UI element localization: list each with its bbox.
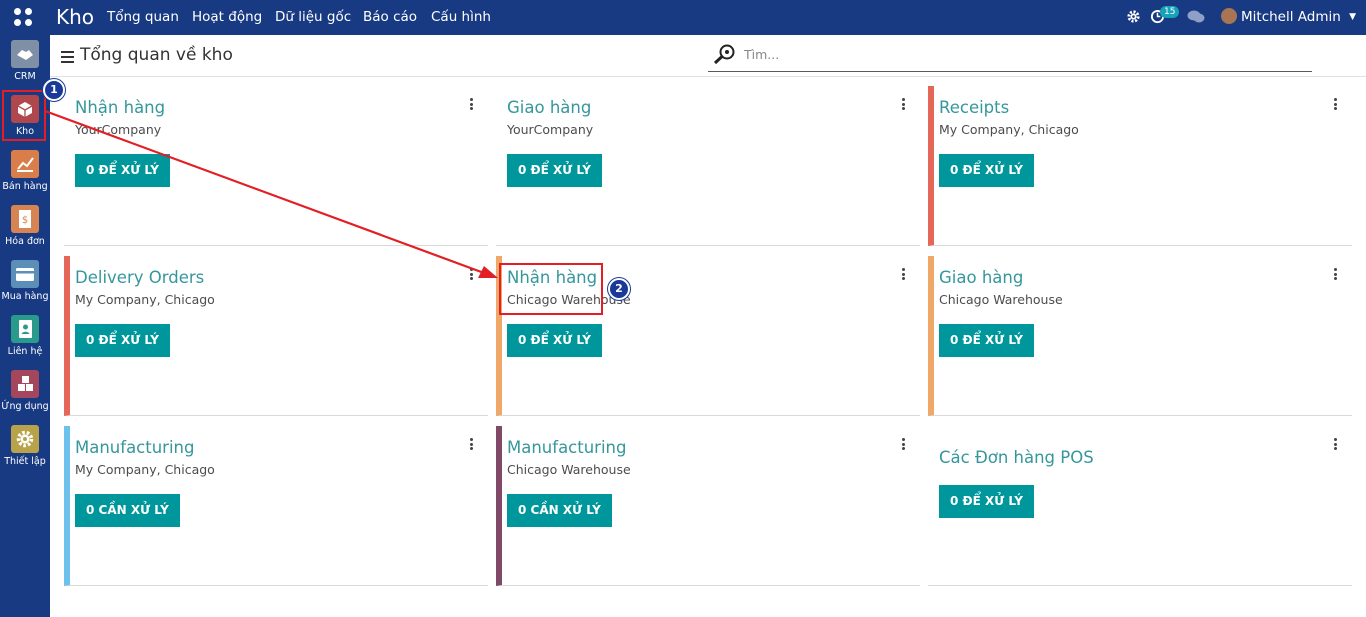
sidebar-item-label: CRM <box>14 71 36 82</box>
to-process-button[interactable]: 0 ĐỂ XỬ LÝ <box>939 485 1034 518</box>
hamburger-menu-icon[interactable] <box>61 51 74 66</box>
kanban-card[interactable]: Giao hàng Chicago Warehouse 0 ĐỂ XỬ LÝ <box>928 256 1352 416</box>
card-title-link[interactable]: Manufacturing <box>75 438 194 457</box>
kebab-menu-icon[interactable] <box>902 268 905 282</box>
sidebar-item-label: Mua hàng <box>1 291 49 302</box>
to-process-button[interactable]: 0 ĐỂ XỬ LÝ <box>939 154 1034 187</box>
card-title-link[interactable]: Giao hàng <box>939 268 1023 287</box>
invoice-icon: $ <box>11 205 39 233</box>
kebab-menu-icon[interactable] <box>902 98 905 112</box>
cubes-icon <box>11 370 39 398</box>
card-subtitle: My Company, Chicago <box>75 462 215 477</box>
chat-bubbles-icon[interactable] <box>1187 10 1205 24</box>
card-subtitle: My Company, Chicago <box>75 292 215 307</box>
kanban-card[interactable]: Receipts My Company, Chicago 0 ĐỂ XỬ LÝ <box>928 86 1352 246</box>
activity-count-badge: 15 <box>1160 6 1180 18</box>
kebab-menu-icon[interactable] <box>470 98 473 112</box>
to-process-button[interactable]: 0 ĐỂ XỬ LÝ <box>75 154 170 187</box>
debug-gear-icon[interactable] <box>1126 9 1141 24</box>
search-bar[interactable] <box>708 41 1312 72</box>
sidebar-item-label: Ứng dụng <box>1 401 49 412</box>
to-process-button[interactable]: 0 ĐỂ XỬ LÝ <box>939 324 1034 357</box>
step-marker-2: 2 <box>608 278 630 300</box>
menu-master-data[interactable]: Dữ liệu gốc <box>275 9 351 25</box>
to-process-button[interactable]: 0 ĐỂ XỬ LÝ <box>75 324 170 357</box>
kanban-card[interactable]: Giao hàng YourCompany 0 ĐỂ XỬ LÝ <box>496 86 920 246</box>
card-subtitle: YourCompany <box>507 122 594 137</box>
card-title-link[interactable]: Receipts <box>939 98 1009 117</box>
kanban-card[interactable]: Các Đơn hàng POS 0 ĐỂ XỬ LÝ <box>928 426 1352 586</box>
kebab-menu-icon[interactable] <box>1334 98 1337 112</box>
sidebar-item-purchase[interactable]: Mua hàng <box>0 255 50 310</box>
card-subtitle: Chicago Warehouse <box>507 462 631 477</box>
to-process-button[interactable]: 0 CẦN XỬ LÝ <box>507 494 612 527</box>
user-menu[interactable]: Mitchell Admin ▼ <box>1221 8 1356 25</box>
apps-menu-icon[interactable] <box>14 8 34 28</box>
menu-configuration[interactable]: Cấu hình <box>431 9 491 25</box>
menu-reporting[interactable]: Báo cáo <box>363 9 417 25</box>
top-navbar: Kho Tổng quan Hoạt động Dữ liệu gốc Báo … <box>0 0 1366 35</box>
kebab-menu-icon[interactable] <box>1334 438 1337 452</box>
app-name[interactable]: Kho <box>56 5 94 29</box>
to-process-button[interactable]: 0 CẦN XỬ LÝ <box>75 494 180 527</box>
handshake-icon <box>11 40 39 68</box>
kanban-card[interactable]: Manufacturing My Company, Chicago 0 CẦN XỬ… <box>64 426 488 586</box>
kanban-card[interactable]: Delivery Orders My Company, Chicago 0 ĐỂ X… <box>64 256 488 416</box>
svg-text:$: $ <box>22 215 28 226</box>
card-title-link[interactable]: Nhận hàng <box>75 98 165 117</box>
sidebar-item-apps[interactable]: Ứng dụng <box>0 365 50 420</box>
gear-icon <box>11 425 39 453</box>
kebab-menu-icon[interactable] <box>470 268 473 282</box>
card-subtitle: My Company, Chicago <box>939 122 1079 137</box>
highlight-box-inventory <box>2 90 46 141</box>
card-title-link[interactable]: Manufacturing <box>507 438 626 457</box>
caret-down-icon: ▼ <box>1349 12 1357 22</box>
kebab-menu-icon[interactable] <box>902 438 905 452</box>
kanban-card[interactable]: Nhận hàng YourCompany 0 ĐỂ XỬ LÝ <box>64 86 488 246</box>
user-name: Mitchell Admin <box>1241 9 1341 25</box>
kebab-menu-icon[interactable] <box>1334 268 1337 282</box>
sidebar-item-sales[interactable]: Bán hàng <box>0 145 50 200</box>
card-title-link[interactable]: Giao hàng <box>507 98 591 117</box>
to-process-button[interactable]: 0 ĐỂ XỬ LÝ <box>507 324 602 357</box>
card-subtitle: Chicago Warehouse <box>939 292 1063 307</box>
contact-book-icon <box>11 315 39 343</box>
highlight-box-receipts-chicago <box>499 263 603 315</box>
card-title-link[interactable]: Delivery Orders <box>75 268 204 287</box>
sidebar-item-label: Hóa đơn <box>5 236 45 247</box>
menu-operations[interactable]: Hoạt động <box>192 9 262 25</box>
search-icon <box>713 44 735 65</box>
search-input[interactable] <box>742 46 1246 63</box>
menu-overview[interactable]: Tổng quan <box>107 9 179 25</box>
sidebar-item-label: Thiết lập <box>4 456 46 467</box>
card-subtitle: YourCompany <box>75 122 162 137</box>
card-title-link[interactable]: Các Đơn hàng POS <box>939 448 1094 467</box>
to-process-button[interactable]: 0 ĐỂ XỬ LÝ <box>507 154 602 187</box>
chart-icon <box>11 150 39 178</box>
credit-card-icon <box>11 260 39 288</box>
avatar <box>1221 8 1237 24</box>
sidebar-item-crm[interactable]: CRM <box>0 35 50 90</box>
sidebar-item-contacts[interactable]: Liên hệ <box>0 310 50 365</box>
sidebar-item-label: Bán hàng <box>2 181 48 192</box>
sidebar-item-label: Liên hệ <box>7 346 43 357</box>
step-marker-1: 1 <box>43 79 65 101</box>
control-panel: Tổng quan về kho <box>50 35 1366 77</box>
kanban-card[interactable]: Manufacturing Chicago Warehouse 0 CẦN XỬ L… <box>496 426 920 586</box>
kebab-menu-icon[interactable] <box>470 438 473 452</box>
page-title: Tổng quan về kho <box>80 45 233 65</box>
sidebar-item-invoicing[interactable]: $ Hóa đơn <box>0 200 50 255</box>
sidebar-item-settings[interactable]: Thiết lập <box>0 420 50 475</box>
